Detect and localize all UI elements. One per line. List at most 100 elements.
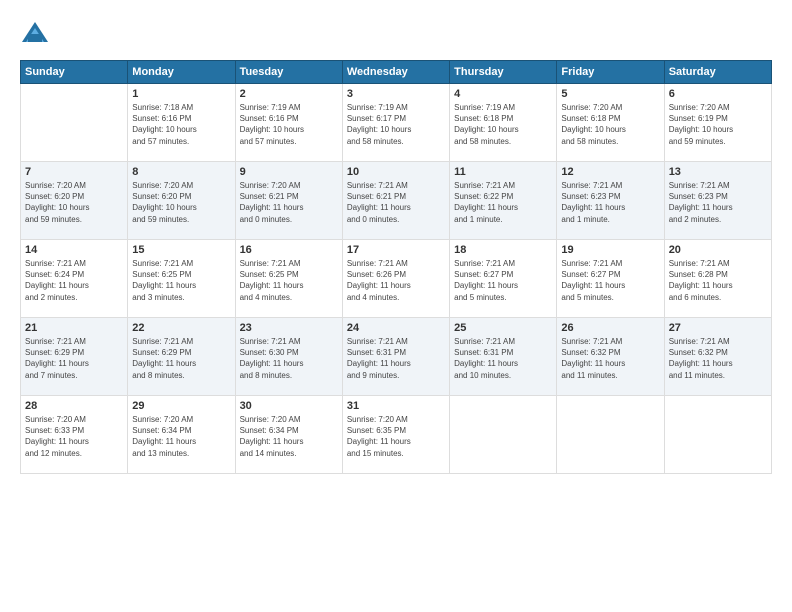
day-info: Sunrise: 7:21 AM Sunset: 6:31 PM Dayligh… [347,336,445,381]
calendar-cell: 2 Sunrise: 7:19 AM Sunset: 6:16 PM Daylig… [235,84,342,162]
weekday-header-monday: Monday [128,61,235,84]
day-info: Sunrise: 7:21 AM Sunset: 6:28 PM Dayligh… [669,258,767,303]
day-number: 18 [454,244,552,256]
day-info: Sunrise: 7:21 AM Sunset: 6:32 PM Dayligh… [669,336,767,381]
day-number: 14 [25,244,123,256]
day-info: Sunrise: 7:21 AM Sunset: 6:27 PM Dayligh… [454,258,552,303]
day-info: Sunrise: 7:20 AM Sunset: 6:34 PM Dayligh… [132,414,230,459]
weekday-header-wednesday: Wednesday [342,61,449,84]
day-number: 30 [240,400,338,412]
calendar-cell: 3Sunrise: 7:19 AM Sunset: 6:17 PM Daylig… [342,84,449,162]
calendar-table: SundayMondayTuesdayWednesdayThursdayFrid… [20,60,772,474]
calendar-cell: 12Sunrise: 7:21 AM Sunset: 6:23 PM Dayli… [557,162,664,240]
calendar-cell: 21 Sunrise: 7:21 AM Sunset: 6:29 PM Dayli… [21,318,128,396]
calendar-cell [21,84,128,162]
day-number: 22 [132,322,230,334]
page: SundayMondayTuesdayWednesdayThursdayFrid… [0,0,792,612]
day-number: 27 [669,322,767,334]
day-info: Sunrise: 7:21 AM Sunset: 6:22 PM Dayligh… [454,180,552,225]
calendar-cell: 23 Sunrise: 7:21 AM Sunset: 6:30 PM Dayli… [235,318,342,396]
day-info: Sunrise: 7:19 AM Sunset: 6:16 PM Dayligh… [240,102,338,147]
calendar-cell: 7Sunrise: 7:20 AM Sunset: 6:20 PM Daylig… [21,162,128,240]
day-number: 31 [347,400,445,412]
day-number: 24 [347,322,445,334]
day-number: 3 [347,88,445,100]
calendar-cell: 26 Sunrise: 7:21 AM Sunset: 6:32 PM Dayli… [557,318,664,396]
day-number: 25 [454,322,552,334]
day-number: 13 [669,166,767,178]
calendar-cell: 31 Sunrise: 7:20 AM Sunset: 6:35 PM Dayli… [342,396,449,474]
day-number: 9 [240,166,338,178]
logo [20,20,54,50]
calendar-cell: 27 Sunrise: 7:21 AM Sunset: 6:32 PM Dayli… [664,318,771,396]
day-number: 19 [561,244,659,256]
day-info: Sunrise: 7:18 AM Sunset: 6:16 PM Dayligh… [132,102,230,147]
day-info: Sunrise: 7:21 AM Sunset: 6:23 PM Dayligh… [561,180,659,225]
calendar-week-row: 14 Sunrise: 7:21 AM Sunset: 6:24 PM Dayli… [21,240,772,318]
calendar-cell: 20 Sunrise: 7:21 AM Sunset: 6:28 PM Dayli… [664,240,771,318]
calendar-cell: 18 Sunrise: 7:21 AM Sunset: 6:27 PM Dayli… [450,240,557,318]
day-info: Sunrise: 7:21 AM Sunset: 6:23 PM Dayligh… [669,180,767,225]
day-number: 10 [347,166,445,178]
weekday-header-saturday: Saturday [664,61,771,84]
calendar-cell: 9 Sunrise: 7:20 AM Sunset: 6:21 PM Daylig… [235,162,342,240]
day-number: 15 [132,244,230,256]
day-number: 6 [669,88,767,100]
day-number: 8 [132,166,230,178]
weekday-header-thursday: Thursday [450,61,557,84]
day-number: 2 [240,88,338,100]
day-info: Sunrise: 7:21 AM Sunset: 6:26 PM Dayligh… [347,258,445,303]
calendar-cell: 16 Sunrise: 7:21 AM Sunset: 6:25 PM Dayli… [235,240,342,318]
calendar-cell: 22 Sunrise: 7:21 AM Sunset: 6:29 PM Dayli… [128,318,235,396]
calendar-cell [450,396,557,474]
day-info: Sunrise: 7:21 AM Sunset: 6:25 PM Dayligh… [240,258,338,303]
calendar-cell: 28 Sunrise: 7:20 AM Sunset: 6:33 PM Dayli… [21,396,128,474]
day-info: Sunrise: 7:20 AM Sunset: 6:35 PM Dayligh… [347,414,445,459]
day-number: 26 [561,322,659,334]
day-number: 5 [561,88,659,100]
day-info: Sunrise: 7:21 AM Sunset: 6:27 PM Dayligh… [561,258,659,303]
calendar-body: 1 Sunrise: 7:18 AM Sunset: 6:16 PM Daylig… [21,84,772,474]
day-info: Sunrise: 7:20 AM Sunset: 6:34 PM Dayligh… [240,414,338,459]
calendar-cell: 5 Sunrise: 7:20 AM Sunset: 6:18 PM Daylig… [557,84,664,162]
day-info: Sunrise: 7:21 AM Sunset: 6:30 PM Dayligh… [240,336,338,381]
day-number: 23 [240,322,338,334]
calendar-cell: 15 Sunrise: 7:21 AM Sunset: 6:25 PM Dayli… [128,240,235,318]
calendar-cell: 10 Sunrise: 7:21 AM Sunset: 6:21 PM Dayli… [342,162,449,240]
day-info: Sunrise: 7:21 AM Sunset: 6:29 PM Dayligh… [132,336,230,381]
day-number: 20 [669,244,767,256]
calendar-cell: 1 Sunrise: 7:18 AM Sunset: 6:16 PM Daylig… [128,84,235,162]
day-info: Sunrise: 7:21 AM Sunset: 6:25 PM Dayligh… [132,258,230,303]
day-info: Sunrise: 7:21 AM Sunset: 6:32 PM Dayligh… [561,336,659,381]
calendar-cell: 13 Sunrise: 7:21 AM Sunset: 6:23 PM Dayli… [664,162,771,240]
calendar-cell: 4Sunrise: 7:19 AM Sunset: 6:18 PM Daylig… [450,84,557,162]
calendar-week-row: 28 Sunrise: 7:20 AM Sunset: 6:33 PM Dayli… [21,396,772,474]
day-number: 1 [132,88,230,100]
day-info: Sunrise: 7:21 AM Sunset: 6:21 PM Dayligh… [347,180,445,225]
day-number: 16 [240,244,338,256]
day-number: 11 [454,166,552,178]
day-number: 21 [25,322,123,334]
calendar-cell: 6Sunrise: 7:20 AM Sunset: 6:19 PM Daylig… [664,84,771,162]
calendar-cell: 17Sunrise: 7:21 AM Sunset: 6:26 PM Dayli… [342,240,449,318]
day-info: Sunrise: 7:21 AM Sunset: 6:31 PM Dayligh… [454,336,552,381]
day-info: Sunrise: 7:20 AM Sunset: 6:18 PM Dayligh… [561,102,659,147]
day-info: Sunrise: 7:20 AM Sunset: 6:20 PM Dayligh… [132,180,230,225]
day-info: Sunrise: 7:21 AM Sunset: 6:29 PM Dayligh… [25,336,123,381]
calendar-cell: 11 Sunrise: 7:21 AM Sunset: 6:22 PM Dayli… [450,162,557,240]
calendar-week-row: 21 Sunrise: 7:21 AM Sunset: 6:29 PM Dayli… [21,318,772,396]
calendar-cell: 29 Sunrise: 7:20 AM Sunset: 6:34 PM Dayli… [128,396,235,474]
day-number: 29 [132,400,230,412]
calendar-cell [557,396,664,474]
header [20,20,772,50]
calendar-cell: 19 Sunrise: 7:21 AM Sunset: 6:27 PM Dayli… [557,240,664,318]
calendar-cell: 25 Sunrise: 7:21 AM Sunset: 6:31 PM Dayli… [450,318,557,396]
day-number: 28 [25,400,123,412]
day-info: Sunrise: 7:20 AM Sunset: 6:33 PM Dayligh… [25,414,123,459]
day-info: Sunrise: 7:21 AM Sunset: 6:24 PM Dayligh… [25,258,123,303]
day-number: 7 [25,166,123,178]
calendar-week-row: 1 Sunrise: 7:18 AM Sunset: 6:16 PM Daylig… [21,84,772,162]
day-info: Sunrise: 7:20 AM Sunset: 6:21 PM Dayligh… [240,180,338,225]
weekday-header-sunday: Sunday [21,61,128,84]
weekday-header-friday: Friday [557,61,664,84]
